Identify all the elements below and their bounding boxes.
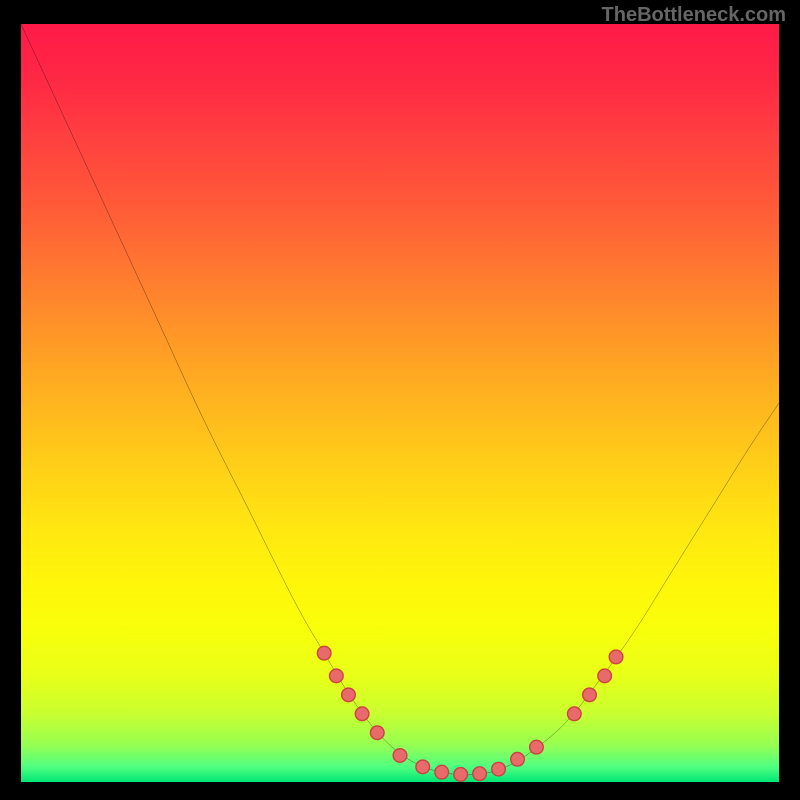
marker-dot <box>609 650 623 664</box>
curve-markers <box>317 646 622 781</box>
marker-dot <box>317 646 331 660</box>
watermark-text: TheBottleneck.com <box>602 4 786 27</box>
marker-dot <box>355 707 369 721</box>
marker-dot <box>583 688 597 702</box>
marker-dot <box>598 669 612 683</box>
bottleneck-curve <box>21 24 779 775</box>
marker-dot <box>568 707 582 721</box>
marker-dot <box>393 749 407 763</box>
marker-dot <box>511 752 525 766</box>
marker-dot <box>435 765 449 779</box>
marker-dot <box>530 740 544 754</box>
marker-dot <box>416 760 430 774</box>
marker-dot <box>330 669 344 683</box>
marker-dot <box>473 767 487 781</box>
marker-dot <box>370 726 384 740</box>
marker-dot <box>342 688 356 702</box>
curve-layer <box>21 24 779 782</box>
marker-dot <box>492 762 506 776</box>
bottleneck-chart <box>21 24 779 782</box>
marker-dot <box>454 768 468 782</box>
